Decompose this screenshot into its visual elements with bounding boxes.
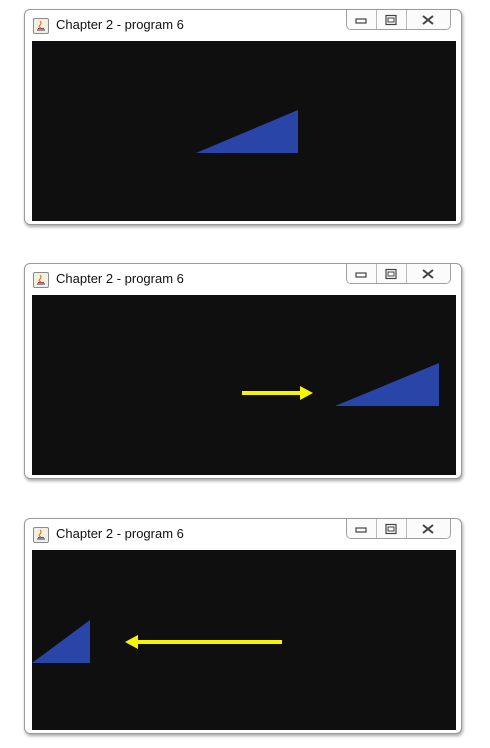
drawing-canvas: [32, 550, 456, 730]
window-controls: [346, 519, 451, 539]
title-bar[interactable]: Chapter 2 - program 6: [25, 519, 461, 549]
window-title: Chapter 2 - program 6: [56, 526, 184, 541]
close-icon: [422, 268, 434, 279]
arrow-right-icon: [242, 386, 313, 400]
maximize-button[interactable]: [375, 10, 406, 29]
maximize-icon: [385, 268, 397, 279]
close-button[interactable]: [405, 10, 450, 29]
java-icon[interactable]: [33, 527, 49, 543]
program-window-1: Chapter 2 - program 6: [24, 9, 462, 225]
minimize-button[interactable]: [347, 519, 376, 538]
maximize-button[interactable]: [375, 519, 406, 538]
title-bar[interactable]: Chapter 2 - program 6: [25, 10, 461, 40]
title-bar[interactable]: Chapter 2 - program 6: [25, 264, 461, 294]
maximize-icon: [385, 523, 397, 534]
window-controls: [346, 10, 451, 30]
program-window-3: Chapter 2 - program 6: [24, 518, 462, 734]
close-button[interactable]: [405, 519, 450, 538]
java-icon[interactable]: [33, 18, 49, 34]
minimize-icon: [355, 17, 368, 24]
window-title: Chapter 2 - program 6: [56, 17, 184, 32]
drawing-canvas: [32, 295, 456, 475]
maximize-button[interactable]: [375, 264, 406, 283]
minimize-button[interactable]: [347, 10, 376, 29]
program-window-2: Chapter 2 - program 6: [24, 263, 462, 479]
maximize-icon: [385, 14, 397, 25]
minimize-icon: [355, 271, 368, 278]
minimize-icon: [355, 526, 368, 533]
window-title: Chapter 2 - program 6: [56, 271, 184, 286]
close-icon: [422, 14, 434, 25]
minimize-button[interactable]: [347, 264, 376, 283]
close-button[interactable]: [405, 264, 450, 283]
java-icon[interactable]: [33, 272, 49, 288]
blue-triangle: [32, 620, 90, 663]
window-controls: [346, 264, 451, 284]
blue-triangle: [196, 110, 298, 153]
blue-triangle: [335, 363, 439, 406]
arrow-left-icon: [125, 635, 282, 649]
drawing-canvas: [32, 41, 456, 221]
close-icon: [422, 523, 434, 534]
